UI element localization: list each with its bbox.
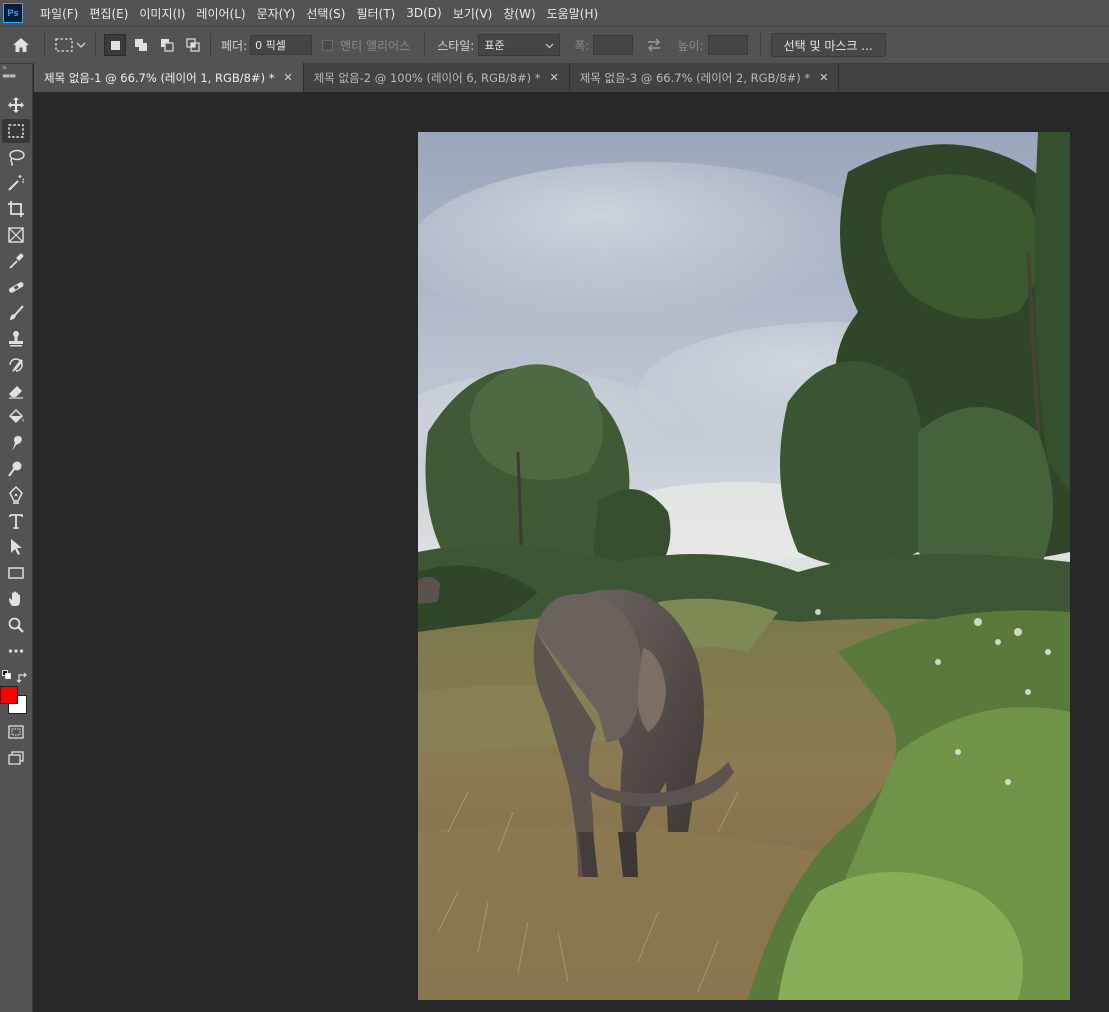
home-button[interactable] [4, 30, 38, 60]
width-input[interactable] [593, 35, 634, 55]
smudge-tool-icon[interactable] [2, 431, 30, 455]
new-selection-icon [110, 40, 120, 50]
pen-tool-icon[interactable] [2, 483, 30, 507]
history-brush-tool-icon[interactable] [2, 353, 30, 377]
canvas-area[interactable] [34, 93, 1109, 1012]
close-icon[interactable]: ✕ [283, 71, 292, 84]
swap-width-height-button[interactable] [641, 35, 667, 55]
default-colors-icon[interactable] [2, 670, 11, 679]
type-tool-icon[interactable] [2, 509, 30, 533]
photoshop-window: Ps 파일(F) 편집(E) 이미지(I) 레이어(L) 문자(Y) 선택(S)… [0, 0, 1109, 1012]
clone-stamp-tool-icon[interactable] [2, 327, 30, 351]
tools-panel: » ▬▬ [0, 64, 33, 1012]
dodge-tool-icon[interactable] [2, 457, 30, 481]
height-label: 높이: [677, 38, 704, 53]
eyedropper-tool-icon[interactable] [2, 249, 30, 273]
height-input[interactable] [707, 35, 748, 55]
tool-preset-picker[interactable] [51, 32, 89, 58]
swap-colors-icon[interactable] [16, 669, 29, 683]
move-tool-icon[interactable] [2, 93, 30, 117]
menu-layer[interactable]: 레이어(L) [193, 5, 253, 22]
crop-tool-icon[interactable] [2, 197, 30, 221]
menu-bar: Ps 파일(F) 편집(E) 이미지(I) 레이어(L) 문자(Y) 선택(S)… [0, 0, 1109, 26]
eraser-tool-icon[interactable] [2, 379, 30, 403]
document-tab-2[interactable]: 제목 없음-2 @ 100% (레이어 6, RGB/8#) * ✕ [303, 63, 570, 92]
separator [424, 33, 426, 57]
document-image-elephant[interactable] [418, 132, 1070, 1000]
magic-wand-tool-icon[interactable] [2, 171, 30, 195]
antialias-checkbox[interactable] [322, 39, 334, 51]
swap-arrows-icon [648, 38, 661, 52]
document-tab-3[interactable]: 제목 없음-3 @ 66.7% (레이어 2, RGB/8#) * ✕ [569, 63, 840, 92]
feather-label: 페더: [221, 38, 248, 53]
style-select-value: 표준 [484, 39, 505, 52]
separator [759, 33, 761, 57]
chevron-down-icon [545, 43, 554, 48]
subtract-selection-icon [161, 39, 174, 52]
elephant-photo-illustration [418, 132, 1070, 1000]
chevron-down-icon [76, 42, 85, 48]
intersect-selection-button[interactable] [182, 34, 204, 56]
menu-edit[interactable]: 편집(E) [86, 5, 136, 22]
menu-window[interactable]: 창(W) [500, 5, 543, 22]
healing-brush-tool-icon[interactable] [2, 275, 30, 299]
tab-label: 제목 없음-1 @ 66.7% (레이어 1, RGB/8#) * [44, 70, 275, 85]
separator [210, 33, 211, 57]
menu-select[interactable]: 선택(S) [303, 5, 353, 22]
width-label: 폭: [574, 38, 590, 53]
marquee-preset-icon [54, 38, 73, 52]
menu-filter[interactable]: 필터(T) [353, 5, 403, 22]
menu-image[interactable]: 이미지(I) [136, 5, 193, 22]
menu-type[interactable]: 문자(Y) [254, 5, 304, 22]
menu-view[interactable]: 보기(V) [450, 5, 501, 22]
screen-mode-icon[interactable] [2, 746, 30, 770]
paint-bucket-tool-icon[interactable] [2, 405, 30, 429]
menu-3d[interactable]: 3D(D) [403, 6, 449, 20]
close-icon[interactable]: ✕ [819, 71, 828, 84]
zoom-tool-icon[interactable] [2, 613, 30, 637]
home-icon [13, 38, 29, 52]
tab-label: 제목 없음-2 @ 100% (레이어 6, RGB/8#) * [313, 70, 541, 85]
quick-mask-mode-icon[interactable] [2, 720, 30, 744]
new-selection-button[interactable] [104, 34, 126, 56]
style-label: 스타일: [437, 38, 475, 53]
select-and-mask-button[interactable]: 선택 및 마스크 ... [770, 33, 886, 57]
style-select[interactable]: 표준 [478, 34, 561, 56]
hand-tool-icon[interactable] [2, 587, 30, 611]
subtract-from-selection-button[interactable] [156, 34, 178, 56]
rectangle-tool-icon[interactable] [2, 561, 30, 585]
document-tab-1[interactable]: 제목 없음-1 @ 66.7% (레이어 1, RGB/8#) * ✕ [34, 63, 304, 92]
menu-file[interactable]: 파일(F) [37, 5, 86, 22]
photoshop-logo-icon[interactable]: Ps [3, 3, 23, 23]
tab-label: 제목 없음-3 @ 66.7% (레이어 2, RGB/8#) * [579, 70, 811, 85]
brush-tool-icon[interactable] [2, 301, 30, 325]
options-bar: 페더: 앤티 앨리어스 스타일: 표준 폭: 높이: 선택 및 마스크 ... [0, 26, 1109, 64]
path-selection-tool-icon[interactable] [2, 535, 30, 559]
edit-toolbar-icon[interactable] [2, 639, 30, 663]
separator [95, 33, 96, 57]
foreground-color-swatch[interactable] [0, 686, 18, 704]
select-and-mask-label: 선택 및 마스크 ... [783, 38, 873, 53]
document-tab-bar: 제목 없음-1 @ 66.7% (레이어 1, RGB/8#) * ✕ 제목 없… [34, 63, 1109, 93]
frame-tool-icon[interactable] [2, 223, 30, 247]
feather-input[interactable] [250, 35, 313, 55]
intersect-selection-icon [186, 38, 200, 52]
panel-collapse-grip-icon[interactable]: » ▬▬ [0, 64, 32, 82]
close-icon[interactable]: ✕ [550, 71, 559, 84]
antialias-label: 앤티 앨리어스 [340, 38, 411, 53]
add-selection-icon [135, 39, 147, 51]
separator [44, 33, 45, 57]
lasso-tool-icon[interactable] [2, 145, 30, 169]
menu-help[interactable]: 도움말(H) [544, 5, 607, 22]
add-to-selection-button[interactable] [130, 34, 152, 56]
rectangular-marquee-tool-icon[interactable] [2, 119, 30, 143]
